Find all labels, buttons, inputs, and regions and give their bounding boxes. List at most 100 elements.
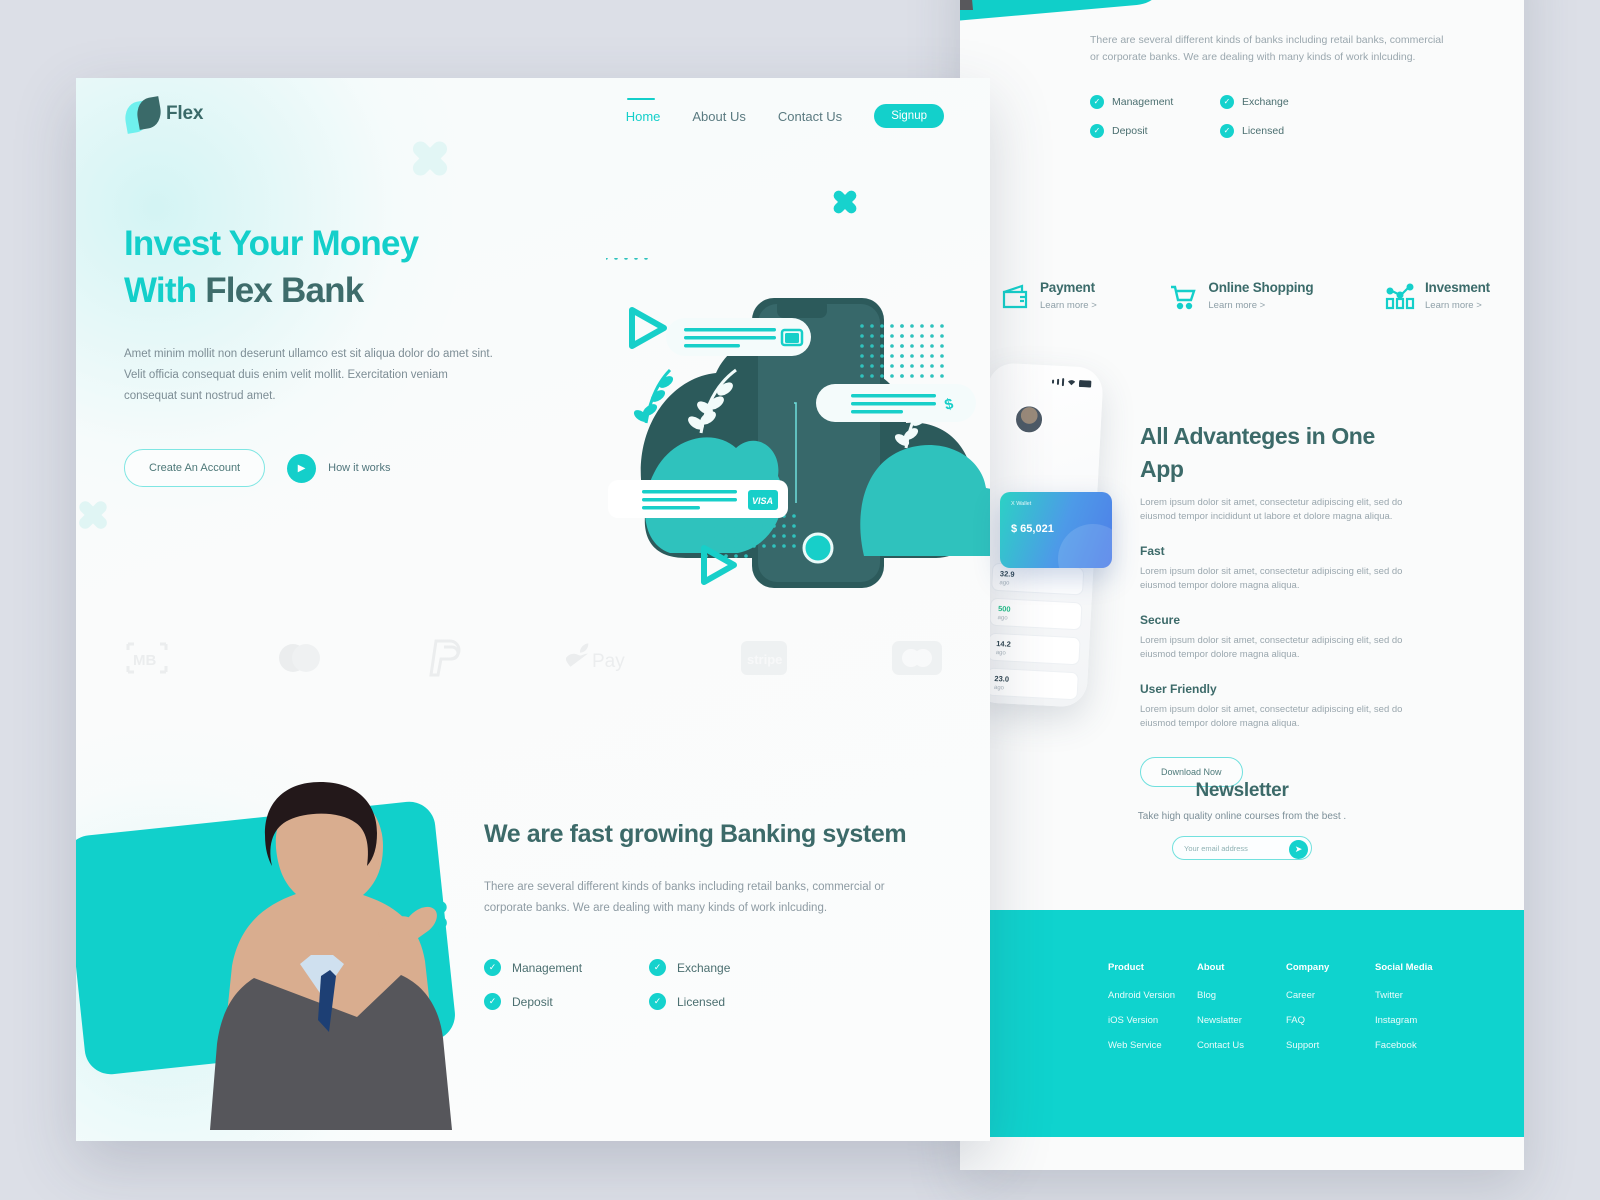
shopping-cart-icon — [1171, 285, 1197, 310]
leaf-logo-icon — [122, 96, 164, 134]
hero-title-line2-dark: Flex Bank — [205, 271, 364, 310]
hero-title: Invest Your Money With Flex Bank — [124, 220, 544, 314]
wallet-card: X Wallet $ 65,021 — [1000, 492, 1112, 568]
paypal-logo — [428, 633, 462, 683]
logo[interactable]: Flex — [122, 96, 204, 134]
nav-link-contact-us[interactable]: Contact Us — [778, 109, 842, 124]
check-icon: ✓ — [484, 959, 501, 976]
service-link[interactable]: Learn more > — [1040, 300, 1097, 311]
businessman-photo — [210, 782, 452, 1130]
back-businessman-photo — [960, 0, 973, 10]
footer-column-product: Product Android Version iOS Version Web … — [1108, 962, 1197, 1065]
mb-way-logo: MB — [124, 633, 170, 683]
payment-logos-row: MB Pay stripe — [124, 633, 942, 683]
footer-link[interactable]: Career — [1286, 990, 1375, 1001]
nav-link-home[interactable]: Home — [626, 97, 660, 124]
cross-decoration — [76, 498, 110, 532]
footer-column-company: Company Career FAQ Support — [1286, 962, 1375, 1065]
transaction-time: ago — [995, 649, 1006, 657]
illustration-card-right: $ — [816, 384, 976, 422]
transaction-time: ago — [999, 580, 1010, 587]
service-title: Online Shopping — [1208, 280, 1314, 295]
newsletter-form: ➤ — [1172, 836, 1312, 860]
check-icon: ✓ — [1090, 95, 1104, 109]
nav-links: Home About Us Contact Us Signup — [626, 97, 944, 128]
signup-button[interactable]: Signup — [874, 104, 944, 128]
advantage-title-user-friendly: User Friendly — [1140, 682, 1217, 696]
transaction-row[interactable]: 23.0 ago — [985, 667, 1079, 701]
email-input[interactable] — [1184, 843, 1279, 853]
phone-status-bar — [1051, 378, 1093, 388]
check-icon: ✓ — [1220, 95, 1234, 109]
logo-text: Flex — [166, 103, 204, 124]
create-an-account-button[interactable]: Create An Account — [124, 449, 266, 487]
service-online-shopping[interactable]: Online Shopping Learn more > — [1168, 280, 1314, 312]
footer-link[interactable]: Newslatter — [1197, 1015, 1286, 1026]
play-icon: ▶ — [287, 453, 317, 483]
mastercard-logo — [275, 633, 323, 683]
footer-link[interactable]: Twitter — [1375, 990, 1464, 1001]
check-icon: ✓ — [484, 993, 501, 1010]
newsletter-subtitle: Take high quality online courses from th… — [1137, 811, 1347, 822]
feature-exchange: ✓ Exchange — [1220, 95, 1350, 109]
advantage-text-fast: Lorem ipsum dolor sit amet, consectetur … — [1140, 566, 1403, 591]
illustration-card-top — [666, 318, 811, 356]
footer-link[interactable]: Blog — [1197, 990, 1286, 1001]
service-investment[interactable]: Invesment Learn more > — [1385, 280, 1490, 312]
footer-link[interactable]: Support — [1286, 1040, 1375, 1051]
service-payment[interactable]: Payment Learn more > — [1000, 280, 1097, 312]
footer: Product Android Version iOS Version Web … — [960, 910, 1524, 1137]
footer-column-about: About Blog Newslatter Contact Us — [1197, 962, 1286, 1065]
footer-heading: Product — [1108, 962, 1144, 973]
feature-deposit: ✓ Deposit — [484, 993, 649, 1010]
advantage-title-fast: Fast — [1140, 544, 1165, 558]
footer-link[interactable]: FAQ — [1286, 1015, 1375, 1026]
footer-heading: About — [1197, 962, 1225, 973]
footer-link[interactable]: iOS Version — [1108, 1015, 1197, 1026]
wallet-icon — [1002, 284, 1028, 309]
stripe-logo: stripe — [741, 633, 788, 683]
advantage-text-secure: Lorem ipsum dolor sit amet, consectetur … — [1140, 635, 1403, 660]
nav-link-about-us[interactable]: About Us — [692, 109, 745, 124]
feature-label: Management — [1112, 96, 1174, 108]
transaction-row[interactable]: 500 ago — [989, 597, 1083, 631]
feature-management: ✓ Management — [484, 959, 649, 976]
feature-label: Deposit — [512, 994, 553, 1009]
footer-link[interactable]: Web Service — [1108, 1040, 1197, 1051]
service-link[interactable]: Learn more > — [1425, 300, 1490, 311]
hero-paragraph: Amet minim mollit non deserunt ullamco e… — [124, 348, 493, 402]
back-panel-paragraph: There are several different kinds of ban… — [1090, 34, 1444, 63]
feature-label: Exchange — [1242, 96, 1289, 108]
send-icon[interactable]: ➤ — [1289, 839, 1308, 859]
footer-link[interactable]: Facebook — [1375, 1040, 1464, 1051]
hero-cta-row: Create An Account ▶ How it works — [124, 449, 544, 487]
feature-exchange: ✓ Exchange — [649, 959, 814, 976]
footer-link[interactable]: Contact Us — [1197, 1040, 1286, 1051]
feature-licensed: ✓ Licensed — [649, 993, 814, 1010]
check-icon: ✓ — [1090, 124, 1104, 138]
main-page-panel: Flex Home About Us Contact Us Signup Inv… — [76, 78, 990, 1141]
service-link[interactable]: Learn more > — [1208, 300, 1313, 311]
feature-licensed: ✓ Licensed — [1220, 124, 1350, 138]
feature-label: Licensed — [1242, 125, 1285, 137]
svg-text:Pay: Pay — [592, 651, 625, 672]
investment-chart-icon — [1385, 283, 1415, 310]
footer-link[interactable]: Instagram — [1375, 1015, 1464, 1026]
footer-link[interactable]: Android Version — [1108, 990, 1197, 1001]
how-it-works-button[interactable]: ▶ How it works — [287, 453, 391, 483]
apple-pay-logo: Pay — [566, 633, 636, 683]
cirrus-logo — [891, 633, 942, 683]
advantage-text-user-friendly: Lorem ipsum dolor sit amet, consectetur … — [1140, 704, 1403, 729]
how-it-works-label: How it works — [328, 462, 391, 474]
back-panel-feature-list: ✓ Management ✓ Exchange ✓ Deposit ✓ Lice… — [1090, 95, 1420, 138]
feature-label: Deposit — [1112, 125, 1148, 137]
visa-label: VISA — [752, 496, 773, 506]
newsletter-section: Newsletter Take high quality online cour… — [960, 780, 1524, 860]
growing-paragraph: There are several different kinds of ban… — [484, 881, 885, 914]
navbar: Flex Home About Us Contact Us Signup — [76, 78, 990, 150]
advantage-title-secure: Secure — [1140, 613, 1181, 627]
transaction-row[interactable]: 14.2 ago — [987, 632, 1081, 666]
growing-section: We are fast growing Banking system There… — [484, 813, 954, 1010]
illustration-card-visa: VISA — [608, 480, 788, 518]
wifi-icon — [1067, 380, 1076, 386]
